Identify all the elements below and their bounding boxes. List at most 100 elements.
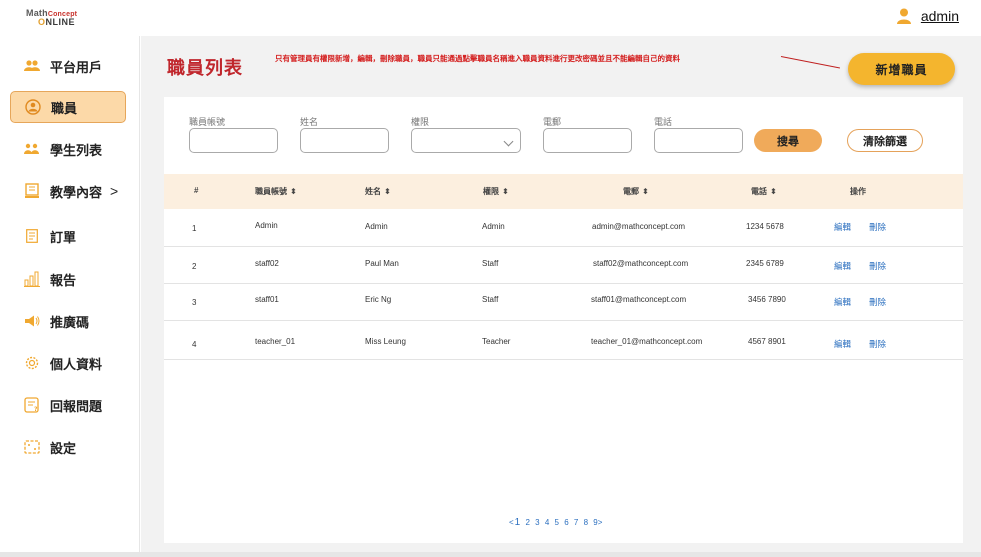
sidebar-item-report-issue[interactable]: ? 回報問題 — [10, 389, 126, 421]
cell-name[interactable]: Paul Man — [365, 259, 399, 268]
cell-index: 1 — [192, 224, 197, 233]
page-button[interactable]: 8 — [584, 518, 588, 527]
cell-index: 2 — [192, 262, 197, 271]
logo-text-o: O — [38, 17, 46, 27]
table-row: 1 Admin Admin Admin admin@mathconcept.co… — [164, 209, 963, 247]
logo-text-online: NLINE — [45, 17, 76, 27]
sidebar-item-label: 推廣碼 — [50, 314, 90, 330]
logo[interactable]: MathConcept ONLINE — [26, 9, 106, 27]
cell-name[interactable]: Eric Ng — [365, 295, 391, 304]
filter-label-name: 姓名 — [300, 117, 319, 127]
cell-phone: 4567 8901 — [748, 337, 786, 346]
delete-link[interactable]: 刪除 — [869, 221, 886, 233]
sidebar: 平台用戶 職員 學生列表 教學內容 > 訂單 報告 推廣碼 個人資料 ? 回報問… — [0, 36, 140, 557]
cell-account[interactable]: staff02 — [255, 259, 279, 268]
sort-icon: ⬍ — [384, 187, 391, 196]
cell-role: Teacher — [482, 337, 511, 346]
search-button[interactable]: 搜尋 — [754, 129, 822, 152]
account-filter-input[interactable] — [189, 128, 278, 153]
page-button[interactable]: 7 — [574, 518, 578, 527]
table-row: 4 teacher_01 Miss Leung Teacher teacher_… — [164, 321, 963, 360]
clear-filter-button[interactable]: 清除篩選 — [847, 129, 923, 152]
edit-link[interactable]: 編輯 — [834, 338, 851, 350]
page-button[interactable]: 5 — [555, 518, 559, 527]
delete-link[interactable]: 刪除 — [869, 260, 886, 272]
page-button[interactable]: 2 — [525, 518, 529, 527]
delete-link[interactable]: 刪除 — [869, 296, 886, 308]
sidebar-item-teaching-content[interactable]: 教學內容 > — [10, 175, 126, 207]
chevron-right-icon: > — [110, 183, 119, 199]
chevron-down-icon — [503, 136, 514, 147]
sidebar-item-label: 職員 — [51, 100, 78, 116]
prev-page-button[interactable]: < — [509, 518, 514, 527]
column-header-label: 職員帳號 — [255, 187, 287, 196]
cell-account[interactable]: Admin — [255, 221, 278, 230]
sidebar-item-promo-code[interactable]: 推廣碼 — [10, 305, 126, 337]
column-header-name[interactable]: 姓名 ⬍ — [365, 186, 391, 197]
sort-icon: ⬍ — [290, 187, 297, 196]
cell-account[interactable]: teacher_01 — [255, 337, 295, 346]
cell-account[interactable]: staff01 — [255, 295, 279, 304]
cell-name[interactable]: Miss Leung — [365, 337, 406, 346]
note-pointer-line — [780, 56, 840, 69]
sidebar-item-orders[interactable]: 訂單 — [10, 220, 126, 252]
cell-phone: 2345 6789 — [746, 259, 784, 268]
column-header-account[interactable]: 職員帳號 ⬍ — [255, 186, 297, 197]
sort-icon: ⬍ — [642, 187, 649, 196]
sidebar-item-label: 設定 — [50, 440, 77, 456]
sidebar-item-settings[interactable]: 設定 — [10, 431, 126, 463]
cell-email: staff01@mathconcept.com — [591, 295, 687, 304]
cell-role: Admin — [482, 222, 505, 231]
user-menu[interactable]: admin — [896, 8, 959, 24]
megaphone-icon — [24, 313, 40, 329]
phone-filter-input[interactable] — [654, 128, 743, 153]
sidebar-item-reports[interactable]: 報告 — [10, 263, 126, 295]
cell-role: Staff — [482, 295, 499, 304]
sidebar-item-profile[interactable]: 個人資料 — [10, 347, 126, 379]
edit-link[interactable]: 編輯 — [834, 296, 851, 308]
cell-email: teacher_01@mathconcept.com — [591, 337, 703, 346]
cell-index: 4 — [192, 340, 197, 349]
cell-index: 3 — [192, 298, 197, 307]
filter-label-email: 電郵 — [543, 117, 562, 127]
page-button[interactable]: 3 — [535, 518, 539, 527]
role-filter-select[interactable] — [411, 128, 521, 153]
column-header-role[interactable]: 權限 ⬍ — [483, 186, 509, 197]
sidebar-item-students[interactable]: 學生列表 — [10, 133, 126, 165]
sidebar-item-label: 教學內容 — [50, 184, 103, 200]
cell-email: staff02@mathconcept.com — [593, 259, 689, 268]
page-button[interactable]: 6 — [564, 518, 568, 527]
sort-icon: ⬍ — [770, 187, 777, 196]
delete-link[interactable]: 刪除 — [869, 338, 886, 350]
sidebar-item-staff[interactable]: 職員 — [10, 91, 126, 123]
edit-link[interactable]: 編輯 — [834, 221, 851, 233]
column-header-email[interactable]: 電郵 ⬍ — [623, 186, 649, 197]
next-page-button[interactable]: > — [598, 518, 603, 527]
page-button[interactable]: 4 — [545, 518, 549, 527]
sort-icon: ⬍ — [502, 187, 509, 196]
page-button-current[interactable]: 1 — [515, 517, 521, 528]
user-name-link[interactable]: admin — [921, 8, 959, 24]
cell-name[interactable]: Admin — [365, 222, 388, 231]
users-icon — [24, 58, 40, 74]
chart-icon — [24, 271, 40, 287]
add-staff-button[interactable]: 新增職員 — [848, 53, 955, 85]
column-header-phone[interactable]: 電話 ⬍ — [751, 186, 777, 197]
bottom-scrollbar[interactable] — [0, 552, 981, 557]
name-filter-input[interactable] — [300, 128, 389, 153]
feedback-icon: ? — [24, 397, 40, 413]
column-header-label: 權限 — [483, 187, 499, 196]
column-header-label: 姓名 — [365, 187, 381, 196]
cell-role: Staff — [482, 259, 499, 268]
sidebar-item-platform-users[interactable]: 平台用戶 — [10, 50, 126, 82]
main-content: 職員列表 只有管理員有權限新增，編輯，刪除職員，職員只能通過點擊職員名稱進入職員… — [141, 36, 981, 557]
table-row: 3 staff01 Eric Ng Staff staff01@mathconc… — [164, 284, 963, 321]
email-filter-input[interactable] — [543, 128, 632, 153]
filter-label-account: 職員帳號 — [189, 117, 226, 127]
edit-link[interactable]: 編輯 — [834, 260, 851, 272]
svg-text:?: ? — [34, 406, 38, 413]
permission-note: 只有管理員有權限新增，編輯，刪除職員，職員只能通過點擊職員名稱進入職員資料進行更… — [275, 54, 680, 63]
book-icon — [24, 183, 40, 199]
sidebar-item-label: 報告 — [50, 272, 77, 288]
table-header: # 職員帳號 ⬍ 姓名 ⬍ 權限 ⬍ 電郵 ⬍ 電話 ⬍ 操作 — [164, 174, 963, 209]
